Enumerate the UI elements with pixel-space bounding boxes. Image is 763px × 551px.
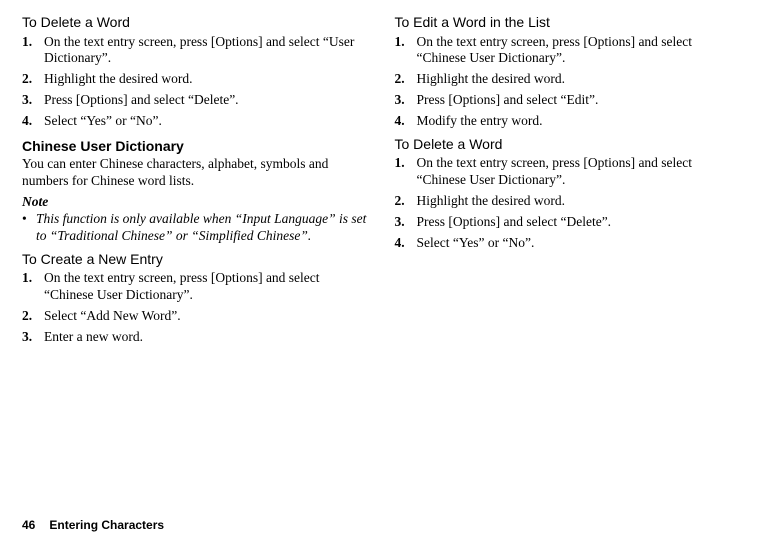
- step-text: Highlight the desired word.: [44, 71, 367, 88]
- step-number: 1.: [22, 34, 44, 68]
- step-number: 4.: [395, 113, 417, 130]
- heading-create-entry: To Create a New Entry: [22, 251, 367, 269]
- step-number: 4.: [22, 113, 44, 130]
- list-item: 2.Highlight the desired word.: [395, 193, 740, 210]
- list-item: 4.Select “Yes” or “No”.: [395, 235, 740, 252]
- content-columns: To Delete a Word 1.On the text entry scr…: [22, 14, 739, 352]
- heading-delete-word-2: To Delete a Word: [395, 136, 740, 154]
- list-item: 1.On the text entry screen, press [Optio…: [395, 155, 740, 189]
- edit-word-steps: 1.On the text entry screen, press [Optio…: [395, 34, 740, 130]
- list-item: 3.Press [Options] and select “Delete”.: [22, 92, 367, 109]
- list-item: 3.Press [Options] and select “Delete”.: [395, 214, 740, 231]
- step-number: 3.: [395, 92, 417, 109]
- step-number: 1.: [395, 155, 417, 189]
- list-item: 2.Highlight the desired word.: [395, 71, 740, 88]
- step-text: Press [Options] and select “Delete”.: [44, 92, 367, 109]
- delete-word-steps: 1.On the text entry screen, press [Optio…: [22, 34, 367, 130]
- step-number: 4.: [395, 235, 417, 252]
- create-entry-steps: 1.On the text entry screen, press [Optio…: [22, 270, 367, 346]
- step-number: 1.: [22, 270, 44, 304]
- step-text: Select “Yes” or “No”.: [44, 113, 367, 130]
- step-number: 2.: [395, 71, 417, 88]
- step-text: Modify the entry word.: [417, 113, 740, 130]
- step-number: 3.: [22, 329, 44, 346]
- step-text: On the text entry screen, press [Options…: [417, 34, 740, 68]
- list-item: 4.Modify the entry word.: [395, 113, 740, 130]
- note-bullet: •: [22, 211, 36, 245]
- step-text: On the text entry screen, press [Options…: [417, 155, 740, 189]
- step-text: Select “Yes” or “No”.: [417, 235, 740, 252]
- step-number: 2.: [395, 193, 417, 210]
- step-text: Press [Options] and select “Delete”.: [417, 214, 740, 231]
- step-text: Enter a new word.: [44, 329, 367, 346]
- step-text: On the text entry screen, press [Options…: [44, 34, 367, 68]
- list-item: 2.Select “Add New Word”.: [22, 308, 367, 325]
- section-title: Entering Characters: [49, 518, 164, 532]
- list-item: 1.On the text entry screen, press [Optio…: [395, 34, 740, 68]
- page-number: 46: [22, 518, 35, 532]
- step-number: 2.: [22, 308, 44, 325]
- chinese-intro-paragraph: You can enter Chinese characters, alphab…: [22, 156, 367, 190]
- step-number: 3.: [395, 214, 417, 231]
- page-footer: 46 Entering Characters: [22, 518, 164, 533]
- right-column: To Edit a Word in the List 1.On the text…: [395, 14, 740, 352]
- step-number: 2.: [22, 71, 44, 88]
- note-item: • This function is only available when “…: [22, 211, 367, 245]
- list-item: 1.On the text entry screen, press [Optio…: [22, 34, 367, 68]
- heading-chinese-dictionary: Chinese User Dictionary: [22, 138, 367, 156]
- step-text: Press [Options] and select “Edit”.: [417, 92, 740, 109]
- step-text: On the text entry screen, press [Options…: [44, 270, 367, 304]
- list-item: 3.Press [Options] and select “Edit”.: [395, 92, 740, 109]
- delete-word-steps-2: 1.On the text entry screen, press [Optio…: [395, 155, 740, 251]
- list-item: 2.Highlight the desired word.: [22, 71, 367, 88]
- step-text: Select “Add New Word”.: [44, 308, 367, 325]
- heading-delete-word: To Delete a Word: [22, 14, 367, 32]
- list-item: 4.Select “Yes” or “No”.: [22, 113, 367, 130]
- heading-edit-word: To Edit a Word in the List: [395, 14, 740, 32]
- step-text: Highlight the desired word.: [417, 193, 740, 210]
- note-label: Note: [22, 194, 367, 211]
- list-item: 1.On the text entry screen, press [Optio…: [22, 270, 367, 304]
- left-column: To Delete a Word 1.On the text entry scr…: [22, 14, 367, 352]
- note-text: This function is only available when “In…: [36, 211, 367, 245]
- step-number: 1.: [395, 34, 417, 68]
- step-text: Highlight the desired word.: [417, 71, 740, 88]
- list-item: 3.Enter a new word.: [22, 329, 367, 346]
- step-number: 3.: [22, 92, 44, 109]
